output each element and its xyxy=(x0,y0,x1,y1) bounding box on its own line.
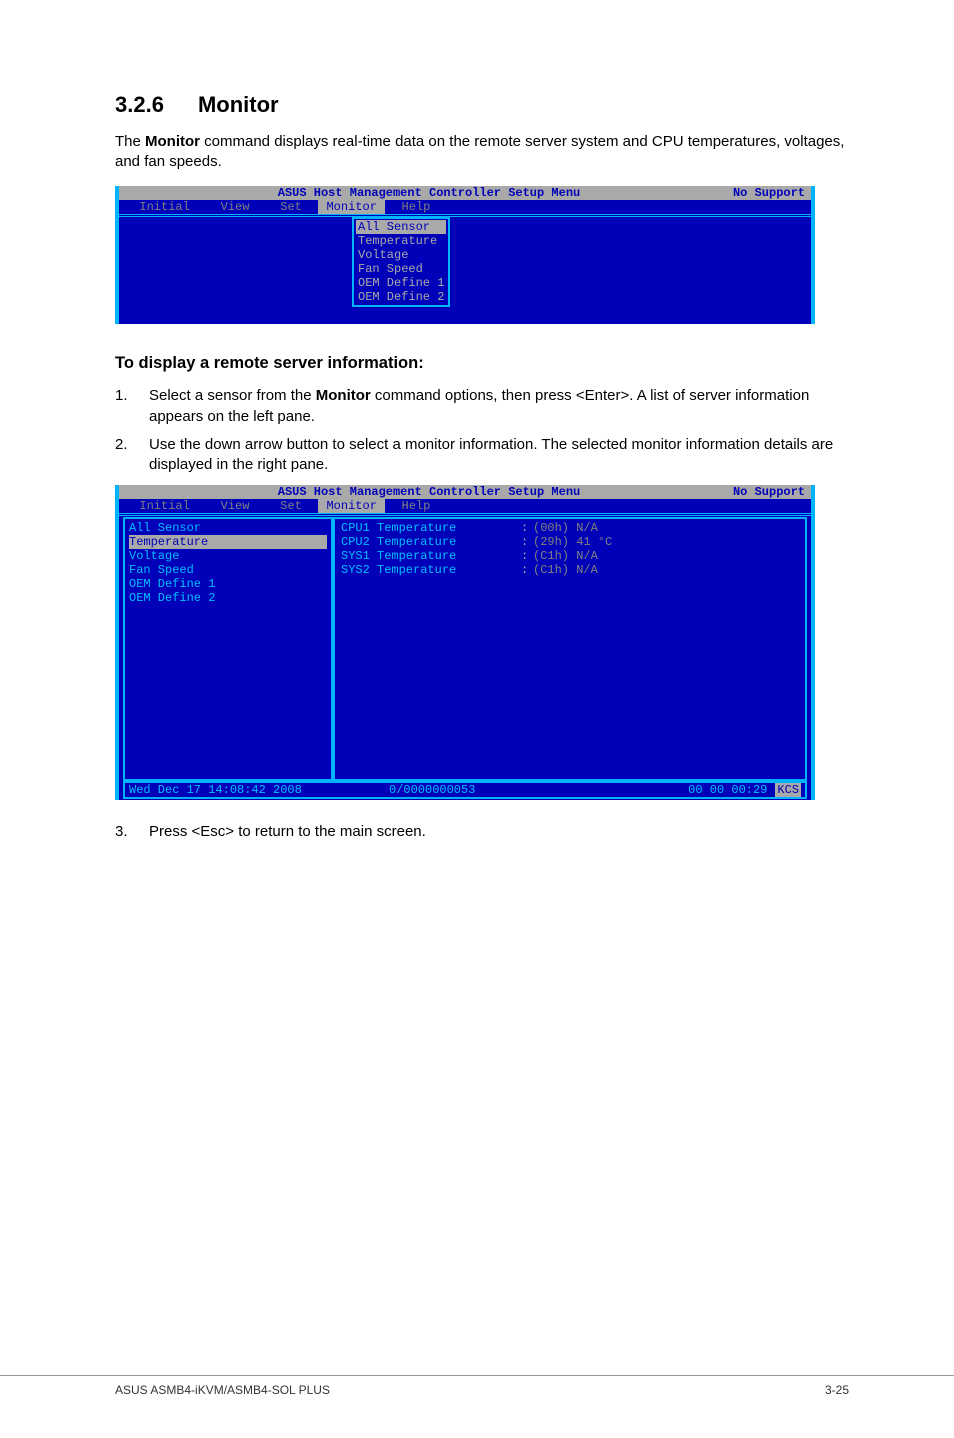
menu-initial[interactable]: Initial xyxy=(125,499,204,513)
dropdown-item-temperature[interactable]: Temperature xyxy=(356,234,446,248)
reading-row: SYS2 Temperature:(C1h) N/A xyxy=(341,563,799,577)
dropdown-item-fan-speed[interactable]: Fan Speed xyxy=(356,262,446,276)
terminal-titlebar: ASUS Host Management Controller Setup Me… xyxy=(119,485,811,499)
status-uptime: 00 00 00:29 xyxy=(647,783,767,797)
dropdown-item-oem-define-1[interactable]: OEM Define 1 xyxy=(356,276,446,290)
section-title: Monitor xyxy=(198,92,279,117)
step-text: Select a sensor from the Monitor command… xyxy=(149,386,849,427)
status-counter: 0/0000000053 xyxy=(389,783,647,797)
reading-value: (29h) 41 °C xyxy=(533,535,612,549)
section-heading: 3.2.6 Monitor xyxy=(115,90,849,120)
sensor-readings-pane: CPU1 Temperature:(00h) N/A CPU2 Temperat… xyxy=(333,517,807,781)
terminal-menubar: Initial View Set Monitor Help xyxy=(119,499,811,513)
dropdown-item-voltage[interactable]: Voltage xyxy=(356,248,446,262)
reading-label: SYS1 Temperature xyxy=(341,549,521,563)
menu-initial[interactable]: Initial xyxy=(125,200,204,214)
footer-left: ASUS ASMB4-iKVM/ASMB4-SOL PLUS xyxy=(115,1376,330,1398)
status-datetime: Wed Dec 17 14:08:42 2008 xyxy=(129,783,389,797)
terminal-titlebar: ASUS Host Management Controller Setup Me… xyxy=(119,186,811,200)
steps-list-2: 3. Press <Esc> to return to the main scr… xyxy=(115,822,849,842)
step-text: Press <Esc> to return to the main screen… xyxy=(149,822,849,842)
section-number: 3.2.6 xyxy=(115,92,164,117)
list-item[interactable]: Temperature xyxy=(129,535,327,549)
step-3: 3. Press <Esc> to return to the main scr… xyxy=(115,822,849,842)
terminal-screenshot-2: ASUS Host Management Controller Setup Me… xyxy=(115,485,815,800)
reading-row: CPU2 Temperature:(29h) 41 °C xyxy=(341,535,799,549)
menu-help[interactable]: Help xyxy=(387,499,430,513)
list-item[interactable]: OEM Define 1 xyxy=(129,577,327,591)
list-item[interactable]: OEM Define 2 xyxy=(129,591,327,605)
sensor-category-list: All Sensor Temperature Voltage Fan Speed… xyxy=(123,517,333,781)
menu-view[interactable]: View xyxy=(206,499,264,513)
monitor-dropdown: All Sensor Temperature Voltage Fan Speed… xyxy=(352,217,450,307)
reading-label: CPU2 Temperature xyxy=(341,535,521,549)
dropdown-item-all-sensor[interactable]: All Sensor xyxy=(356,220,446,234)
menu-monitor[interactable]: Monitor xyxy=(318,499,385,513)
terminal-title-text: ASUS Host Management Controller Setup Me… xyxy=(125,186,733,200)
intro-paragraph: The Monitor command displays real-time d… xyxy=(115,132,849,173)
list-item[interactable]: Voltage xyxy=(129,549,327,563)
menu-set[interactable]: Set xyxy=(266,499,316,513)
step-2: 2. Use the down arrow button to select a… xyxy=(115,435,849,476)
step-text: Use the down arrow button to select a mo… xyxy=(149,435,849,476)
subheading: To display a remote server information: xyxy=(115,352,849,374)
dropdown-item-oem-define-2[interactable]: OEM Define 2 xyxy=(356,290,446,304)
terminal-title-right: No Support xyxy=(733,186,805,200)
status-mode: KCS xyxy=(775,783,801,797)
footer-right: 3-25 xyxy=(825,1376,849,1398)
reading-value: (C1h) N/A xyxy=(533,563,598,577)
step-number: 1. xyxy=(115,386,149,427)
page-footer: ASUS ASMB4-iKVM/ASMB4-SOL PLUS 3-25 xyxy=(0,1375,954,1398)
reading-row: SYS1 Temperature:(C1h) N/A xyxy=(341,549,799,563)
reading-label: SYS2 Temperature xyxy=(341,563,521,577)
terminal-body: All Sensor Temperature Voltage Fan Speed… xyxy=(119,214,811,324)
menu-set[interactable]: Set xyxy=(266,200,316,214)
menu-view[interactable]: View xyxy=(206,200,264,214)
reading-value: (00h) N/A xyxy=(533,521,598,535)
terminal-title-right: No Support xyxy=(733,485,805,499)
reading-value: (C1h) N/A xyxy=(533,549,598,563)
reading-label: CPU1 Temperature xyxy=(341,521,521,535)
step-1: 1. Select a sensor from the Monitor comm… xyxy=(115,386,849,427)
step-number: 3. xyxy=(115,822,149,842)
steps-list: 1. Select a sensor from the Monitor comm… xyxy=(115,386,849,475)
reading-row: CPU1 Temperature:(00h) N/A xyxy=(341,521,799,535)
menu-monitor[interactable]: Monitor xyxy=(318,200,385,214)
menu-help[interactable]: Help xyxy=(387,200,430,214)
terminal-statusbar: Wed Dec 17 14:08:42 2008 0/0000000053 00… xyxy=(123,781,807,799)
terminal-screenshot-1: ASUS Host Management Controller Setup Me… xyxy=(115,186,815,324)
list-item[interactable]: All Sensor xyxy=(129,521,327,535)
list-item[interactable]: Fan Speed xyxy=(129,563,327,577)
step-number: 2. xyxy=(115,435,149,476)
terminal-title-text: ASUS Host Management Controller Setup Me… xyxy=(125,485,733,499)
terminal-menubar: Initial View Set Monitor Help xyxy=(119,200,811,214)
terminal-body: All Sensor Temperature Voltage Fan Speed… xyxy=(119,513,811,800)
